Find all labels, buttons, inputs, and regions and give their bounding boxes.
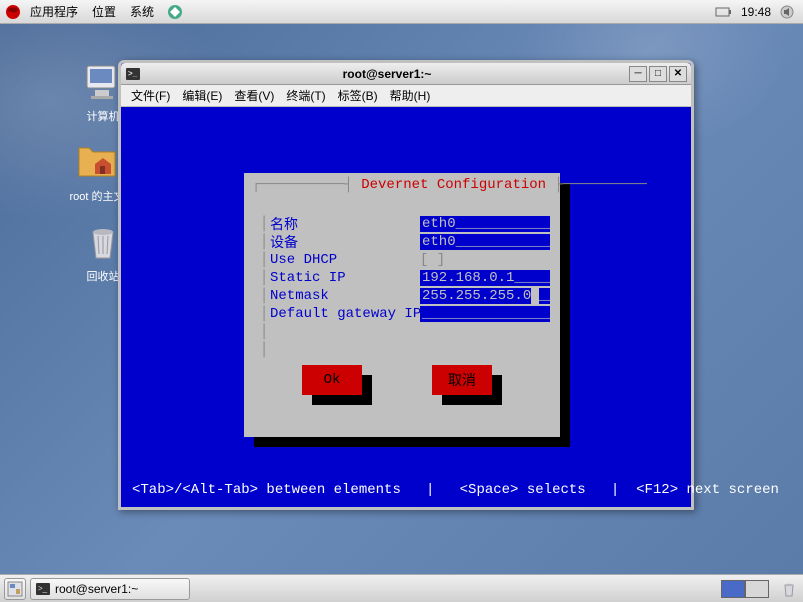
field-input-netmask[interactable]: 255.255.255.0___ <box>420 288 550 304</box>
close-button[interactable]: ✕ <box>669 66 687 82</box>
workspace-1[interactable] <box>721 580 745 598</box>
svg-text:>_: >_ <box>38 584 48 593</box>
menu-applications[interactable]: 应用程序 <box>24 1 84 22</box>
show-desktop-button[interactable] <box>4 578 26 600</box>
field-label-staticip: Static IP <box>270 270 420 286</box>
app-launcher-icon[interactable] <box>166 3 184 21</box>
taskbar-item[interactable]: >_ root@server1:~ <box>30 578 190 600</box>
menu-terminal[interactable]: 终端(T) <box>282 85 329 106</box>
sound-icon[interactable] <box>779 4 795 20</box>
trash-tray-icon[interactable] <box>779 579 799 599</box>
field-input-gateway[interactable]: ________________ <box>420 306 550 322</box>
cancel-button[interactable]: 取消 <box>432 365 492 395</box>
field-input-device[interactable]: eth0____________ <box>420 234 550 250</box>
field-input-staticip[interactable]: 192.168.0.1_____ <box>420 270 550 286</box>
terminal-icon: >_ <box>35 581 51 597</box>
terminal-area[interactable]: ┌──────────┤ Devernet Configuration ├───… <box>124 109 688 504</box>
top-panel: 应用程序 位置 系统 19:48 <box>0 0 803 24</box>
dialog-title: Devernet Configuration <box>361 177 546 193</box>
menu-tabs[interactable]: 标签(B) <box>334 85 382 106</box>
menubar: 文件(F) 编辑(E) 查看(V) 终端(T) 标签(B) 帮助(H) <box>121 85 691 107</box>
menu-edit[interactable]: 编辑(E) <box>178 85 226 106</box>
workspace-2[interactable] <box>745 580 769 598</box>
field-label-dhcp: Use DHCP <box>270 252 420 268</box>
menu-view[interactable]: 查看(V) <box>230 85 278 106</box>
clock[interactable]: 19:48 <box>741 5 771 19</box>
menu-file[interactable]: 文件(F) <box>127 85 174 106</box>
taskbar-item-label: root@server1:~ <box>55 582 138 596</box>
tui-dialog: ┌──────────┤ Devernet Configuration ├───… <box>244 173 560 437</box>
titlebar[interactable]: >_ root@server1:~ ─ □ ✕ <box>121 63 691 85</box>
field-checkbox-dhcp[interactable]: [ ] <box>420 252 550 268</box>
window-title: root@server1:~ <box>145 67 629 81</box>
menu-places[interactable]: 位置 <box>86 1 122 22</box>
panel-menu: 应用程序 位置 系统 <box>24 1 160 22</box>
minimize-button[interactable]: ─ <box>629 66 647 82</box>
ok-button[interactable]: Ok <box>302 365 362 395</box>
terminal-window: >_ root@server1:~ ─ □ ✕ 文件(F) 编辑(E) 查看(V… <box>118 60 694 510</box>
bottom-panel: >_ root@server1:~ <box>0 574 803 602</box>
field-label-gateway: Default gateway IP <box>270 306 420 322</box>
maximize-button[interactable]: □ <box>649 66 667 82</box>
menu-system[interactable]: 系统 <box>124 1 160 22</box>
battery-icon[interactable] <box>715 6 733 18</box>
field-label-netmask: Netmask <box>270 288 420 304</box>
svg-text:>_: >_ <box>128 69 138 78</box>
field-label-name: 名称 <box>270 214 420 234</box>
field-label-device: 设备 <box>270 232 420 252</box>
workspace-switcher[interactable] <box>721 580 769 598</box>
field-input-name[interactable]: eth0____________ <box>420 216 550 232</box>
terminal-icon: >_ <box>125 66 141 82</box>
redhat-icon[interactable] <box>4 3 22 21</box>
menu-help[interactable]: 帮助(H) <box>386 85 435 106</box>
tui-footer-hints: <Tab>/<Alt-Tab> between elements | <Spac… <box>124 482 688 498</box>
